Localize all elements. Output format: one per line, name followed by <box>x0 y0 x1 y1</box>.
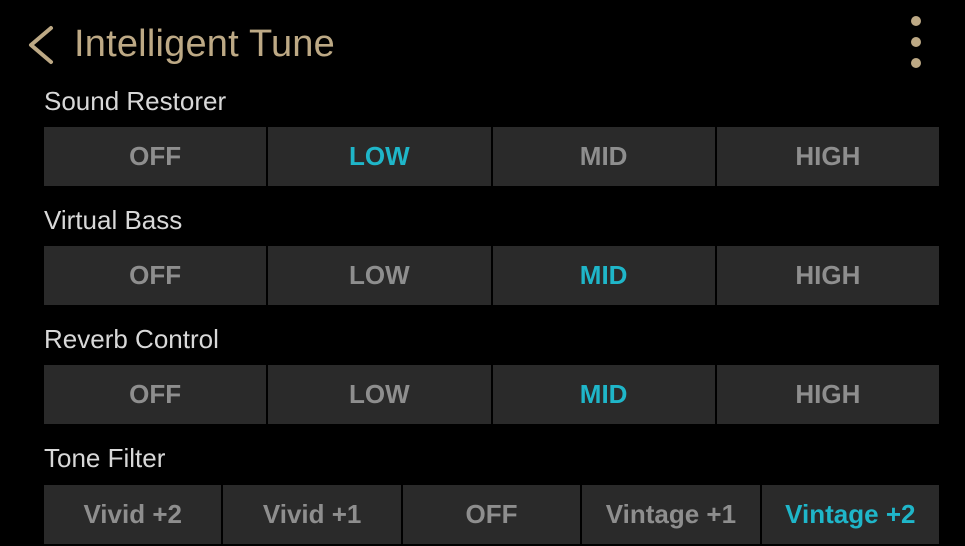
tone-filter-option-vivid-plus-1[interactable]: Vivid +1 <box>223 485 401 544</box>
more-options-button[interactable] <box>898 16 934 76</box>
page-title: Intelligent Tune <box>74 23 335 65</box>
sound-restorer-selector: OFF LOW MID HIGH <box>44 127 939 186</box>
virtual-bass-option-mid[interactable]: MID <box>492 246 715 305</box>
sound-restorer-option-low[interactable]: LOW <box>268 127 491 186</box>
sound-restorer-label: Sound Restorer <box>44 86 227 116</box>
chevron-left-icon <box>29 26 53 64</box>
virtual-bass-option-low[interactable]: LOW <box>268 246 491 305</box>
virtual-bass-selector: OFF LOW MID HIGH <box>44 246 939 305</box>
reverb-control-selector: OFF LOW MID HIGH <box>44 365 939 424</box>
reverb-control-option-off[interactable]: OFF <box>44 365 267 424</box>
tone-filter-option-vivid-plus-2[interactable]: Vivid +2 <box>44 485 222 544</box>
virtual-bass-label: Virtual Bass <box>44 205 183 235</box>
reverb-control-option-low[interactable]: LOW <box>268 365 491 424</box>
reverb-control-option-mid[interactable]: MID <box>492 365 715 424</box>
tone-filter-option-off[interactable]: OFF <box>402 485 581 544</box>
sound-restorer-option-mid[interactable]: MID <box>492 127 715 186</box>
tone-filter-option-vintage-plus-1[interactable]: Vintage +1 <box>582 485 760 544</box>
virtual-bass-option-high[interactable]: HIGH <box>716 246 939 305</box>
reverb-control-label: Reverb Control <box>44 324 219 354</box>
tone-filter-selector: Vivid +2 Vivid +1 OFF Vintage +1 Vintage… <box>44 485 940 544</box>
reverb-control-option-high[interactable]: HIGH <box>716 365 939 424</box>
back-button[interactable] <box>20 24 62 66</box>
sound-restorer-option-high[interactable]: HIGH <box>716 127 939 186</box>
sound-restorer-option-off[interactable]: OFF <box>44 127 267 186</box>
tone-filter-option-vintage-plus-2[interactable]: Vintage +2 <box>761 485 940 544</box>
virtual-bass-option-off[interactable]: OFF <box>44 246 267 305</box>
header: Intelligent Tune <box>0 0 965 90</box>
intelligent-tune-screen: Intelligent Tune Sound Restorer OFF LOW … <box>0 0 965 546</box>
tone-filter-label: Tone Filter <box>44 443 166 473</box>
